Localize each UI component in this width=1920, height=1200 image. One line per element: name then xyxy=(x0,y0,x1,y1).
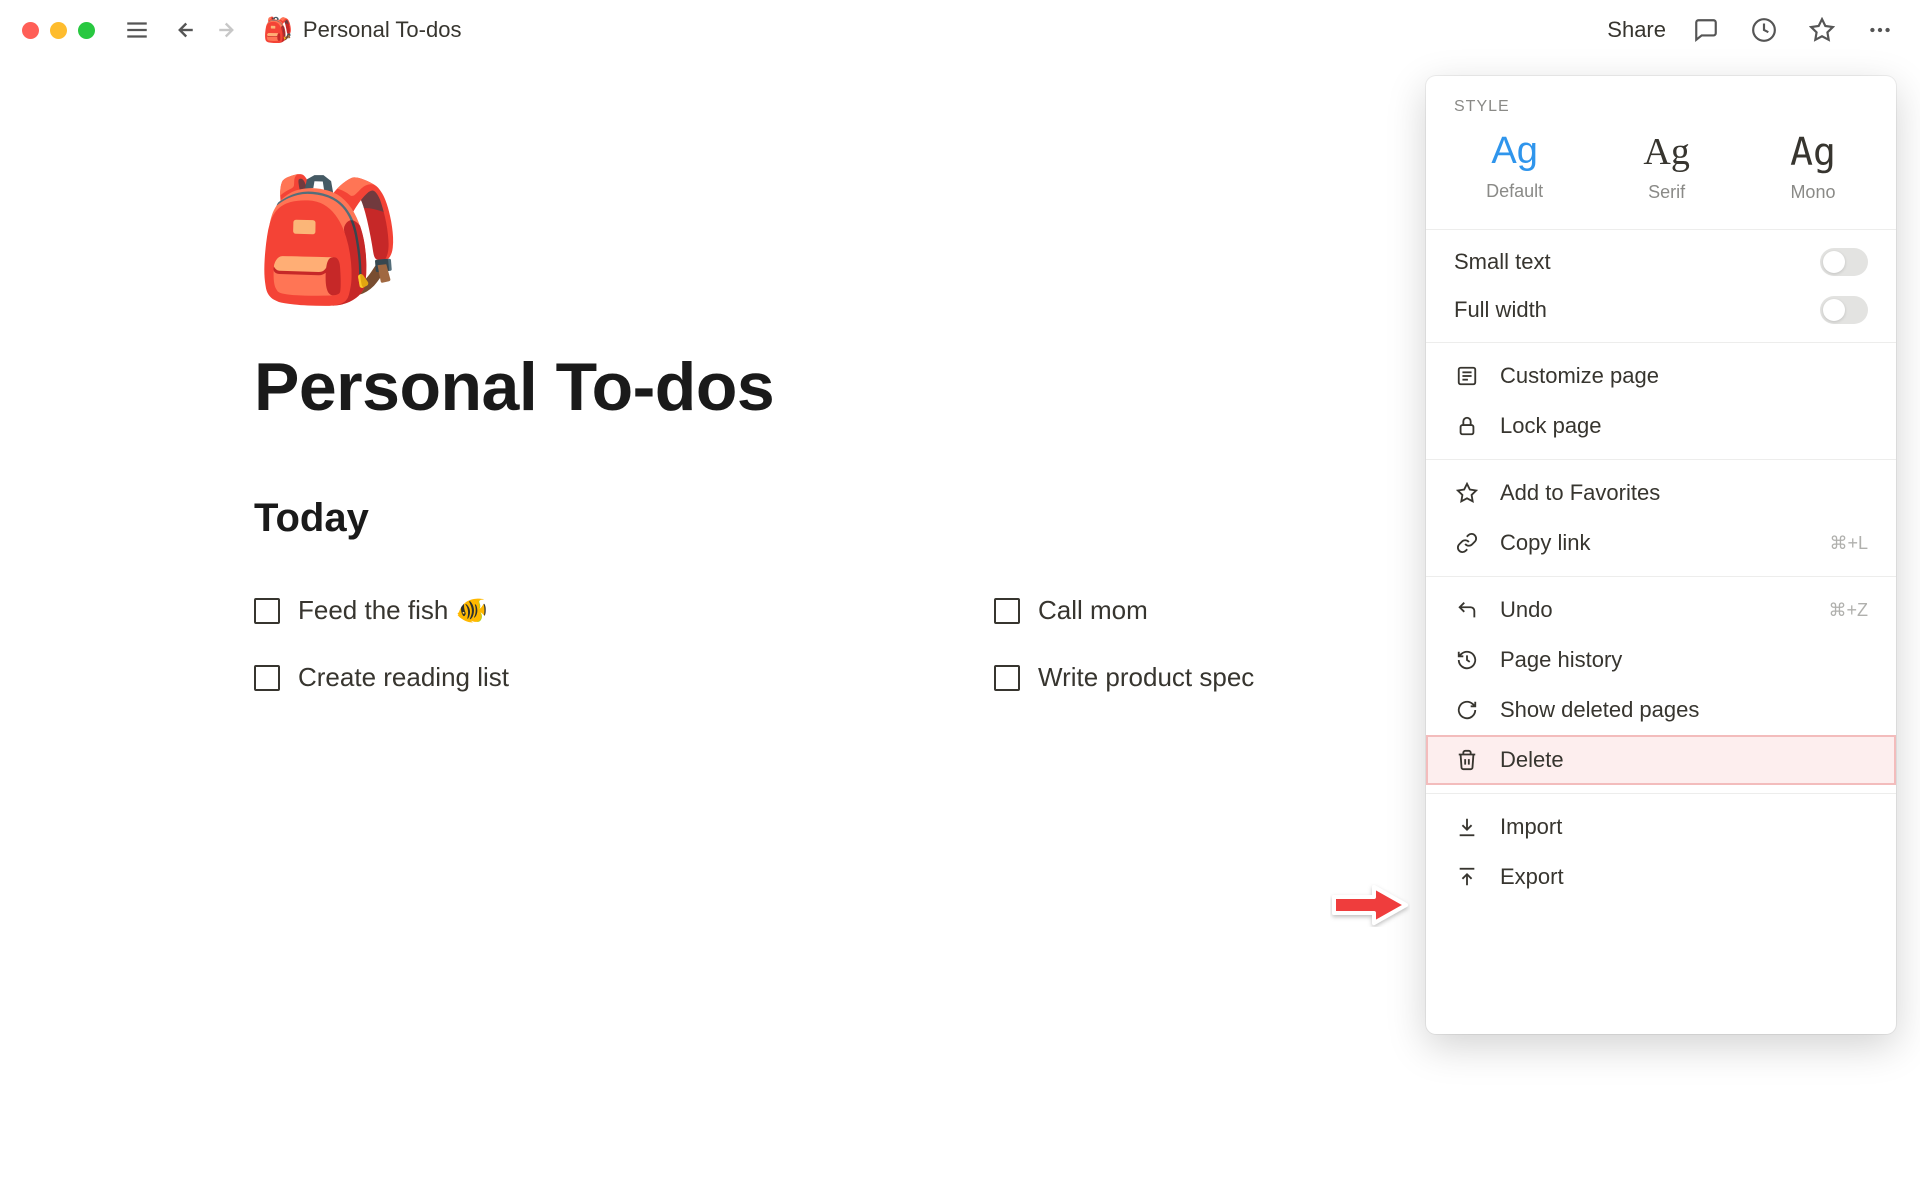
style-name: Serif xyxy=(1648,182,1685,203)
menu-label: Export xyxy=(1500,864,1564,890)
menu-label: Delete xyxy=(1500,747,1564,773)
style-name: Mono xyxy=(1790,182,1835,203)
menu-label: Lock page xyxy=(1500,413,1602,439)
share-button[interactable]: Share xyxy=(1607,17,1666,43)
menu-label: Add to Favorites xyxy=(1500,480,1660,506)
menu-label: Customize page xyxy=(1500,363,1659,389)
style-header: STYLE xyxy=(1426,84,1896,124)
back-button[interactable] xyxy=(165,12,201,48)
comments-icon[interactable] xyxy=(1688,12,1724,48)
page-history-item[interactable]: Page history xyxy=(1426,635,1896,685)
customize-icon xyxy=(1454,363,1480,389)
export-item[interactable]: Export xyxy=(1426,852,1896,902)
todo-item[interactable]: Create reading list xyxy=(254,662,994,693)
customize-page-item[interactable]: Customize page xyxy=(1426,351,1896,401)
menu-label: Show deleted pages xyxy=(1500,697,1699,723)
small-text-toggle-row: Small text xyxy=(1426,238,1896,286)
more-menu-button[interactable] xyxy=(1862,12,1898,48)
close-window-button[interactable] xyxy=(22,22,39,39)
todo-item[interactable]: Feed the fish 🐠 xyxy=(254,595,994,626)
full-width-toggle-row: Full width xyxy=(1426,286,1896,334)
style-sample: Ag xyxy=(1790,130,1836,174)
style-sample: Ag xyxy=(1643,130,1689,174)
top-bar: 🎒 Personal To-dos Share xyxy=(0,0,1920,60)
menu-label: Import xyxy=(1500,814,1562,840)
style-sample: Ag xyxy=(1491,130,1537,173)
menu-label: Undo xyxy=(1500,597,1553,623)
style-mono[interactable]: Ag Mono xyxy=(1790,130,1836,203)
favorite-icon[interactable] xyxy=(1804,12,1840,48)
maximize-window-button[interactable] xyxy=(78,22,95,39)
lock-page-item[interactable]: Lock page xyxy=(1426,401,1896,451)
checkbox[interactable] xyxy=(994,598,1020,624)
add-to-favorites-item[interactable]: Add to Favorites xyxy=(1426,468,1896,518)
breadcrumb-emoji: 🎒 xyxy=(263,16,293,45)
small-text-label: Small text xyxy=(1454,249,1551,275)
window-controls xyxy=(22,22,95,39)
style-name: Default xyxy=(1486,181,1543,202)
checkbox[interactable] xyxy=(994,665,1020,691)
breadcrumb-title: Personal To-dos xyxy=(303,17,462,43)
show-deleted-item[interactable]: Show deleted pages xyxy=(1426,685,1896,735)
sidebar-toggle-button[interactable] xyxy=(119,12,155,48)
topbar-right: Share xyxy=(1607,12,1898,48)
todo-label: Write product spec xyxy=(1038,662,1254,693)
todo-label: Feed the fish 🐠 xyxy=(298,595,488,626)
menu-label: Copy link xyxy=(1500,530,1590,556)
checkbox[interactable] xyxy=(254,598,280,624)
checkbox[interactable] xyxy=(254,665,280,691)
todo-label: Create reading list xyxy=(298,662,509,693)
full-width-toggle[interactable] xyxy=(1820,296,1868,324)
todo-label: Call mom xyxy=(1038,595,1148,626)
menu-label: Page history xyxy=(1500,647,1622,673)
import-item[interactable]: Import xyxy=(1426,802,1896,852)
import-icon xyxy=(1454,814,1480,840)
undo-item[interactable]: Undo ⌘+Z xyxy=(1426,585,1896,635)
style-serif[interactable]: Ag Serif xyxy=(1643,130,1689,203)
trash-icon xyxy=(1454,747,1480,773)
restore-icon xyxy=(1454,697,1480,723)
full-width-label: Full width xyxy=(1454,297,1547,323)
history-icon xyxy=(1454,647,1480,673)
export-icon xyxy=(1454,864,1480,890)
menu-shortcut: ⌘+Z xyxy=(1828,600,1868,621)
link-icon xyxy=(1454,530,1480,556)
style-options: Ag Default Ag Serif Ag Mono xyxy=(1426,124,1896,221)
minimize-window-button[interactable] xyxy=(50,22,67,39)
menu-shortcut: ⌘+L xyxy=(1829,533,1868,554)
annotation-arrow xyxy=(1330,883,1410,927)
updates-icon[interactable] xyxy=(1746,12,1782,48)
copy-link-item[interactable]: Copy link ⌘+L xyxy=(1426,518,1896,568)
small-text-toggle[interactable] xyxy=(1820,248,1868,276)
delete-item[interactable]: Delete xyxy=(1426,735,1896,785)
undo-icon xyxy=(1454,597,1480,623)
style-default[interactable]: Ag Default xyxy=(1486,130,1543,203)
page-options-menu: STYLE Ag Default Ag Serif Ag Mono Small … xyxy=(1426,76,1896,1034)
forward-button[interactable] xyxy=(211,12,247,48)
lock-icon xyxy=(1454,413,1480,439)
star-icon xyxy=(1454,480,1480,506)
breadcrumb[interactable]: 🎒 Personal To-dos xyxy=(263,16,461,45)
